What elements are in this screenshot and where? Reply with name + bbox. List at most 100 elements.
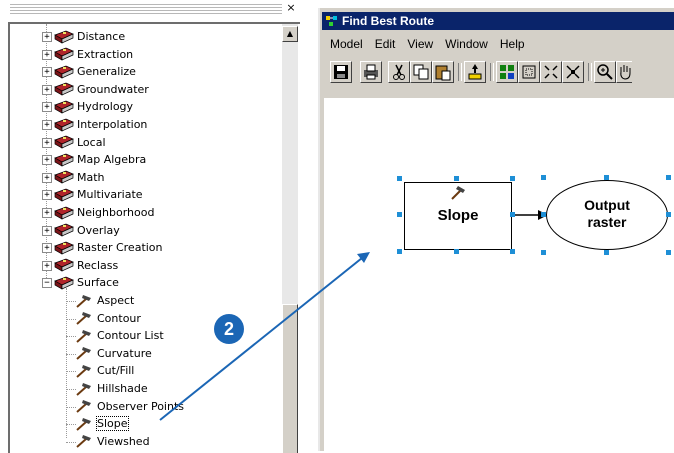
title-bar[interactable]: Find Best Route — [322, 12, 674, 30]
full-extent-button[interactable] — [518, 61, 540, 83]
selection-handle[interactable] — [510, 249, 515, 254]
tool-label: Observer Points — [97, 399, 185, 413]
selection-handle[interactable] — [666, 250, 671, 255]
toolset-label: Raster Creation — [77, 241, 163, 255]
selection-handle[interactable] — [454, 176, 459, 181]
menu-help[interactable]: Help — [500, 37, 525, 53]
selection-handle[interactable] — [666, 175, 671, 180]
tool-item[interactable]: Contour List — [74, 327, 164, 344]
scroll-up-button[interactable]: ▲ — [282, 26, 298, 42]
collapse-toggle-icon[interactable]: − — [42, 278, 52, 289]
model-builder-window: Find Best Route Model Edit View Window H… — [318, 8, 674, 451]
paste-button[interactable] — [432, 61, 454, 83]
tool-item[interactable]: Viewshed — [74, 433, 150, 450]
toolset-item[interactable]: Map Algebra — [54, 151, 146, 168]
copy-button[interactable] — [410, 61, 432, 83]
toolset-label: Neighborhood — [77, 206, 155, 219]
copy-icon — [413, 64, 429, 80]
expand-toggle-icon[interactable]: + — [42, 208, 52, 218]
expand-toggle-icon[interactable]: + — [42, 49, 52, 60]
expand-toggle-icon[interactable]: + — [42, 243, 52, 254]
connector-arrow — [510, 210, 548, 220]
toolset-item[interactable]: Neighborhood — [54, 204, 154, 221]
expand-toggle-icon[interactable]: + — [42, 32, 52, 42]
add-data-icon — [468, 64, 482, 80]
toolset-label: Hydrology — [77, 100, 134, 114]
toolset-item[interactable]: Distance — [54, 28, 125, 45]
tool-item[interactable]: Aspect — [74, 292, 134, 309]
expand-toggle-icon[interactable]: + — [42, 137, 52, 148]
selection-handle[interactable] — [397, 212, 402, 217]
selection-handle[interactable] — [666, 212, 671, 217]
selection-handle[interactable] — [454, 249, 459, 254]
tool-item[interactable]: Hillshade — [74, 380, 148, 397]
auto-layout-button[interactable] — [496, 61, 518, 83]
expand-toggle-icon[interactable]: + — [42, 155, 52, 166]
save-button[interactable] — [330, 61, 352, 83]
toolset-item[interactable]: Multivariate — [54, 186, 143, 203]
toolset-item[interactable]: Generalize — [54, 63, 136, 80]
tool-item[interactable]: Slope — [74, 415, 129, 432]
toolset-item[interactable]: Local — [54, 134, 106, 151]
panel-grip[interactable] — [10, 4, 282, 14]
expand-toggle-icon[interactable]: + — [42, 260, 52, 271]
toolset-item[interactable]: Math — [54, 169, 105, 186]
expand-toggle-icon[interactable]: + — [42, 67, 52, 78]
tool-item[interactable]: Cut/Fill — [74, 362, 134, 379]
print-button[interactable] — [360, 61, 382, 83]
tree-list: + Distance + Extraction + Generalize + Groundwa… — [10, 24, 280, 453]
selection-handle[interactable] — [604, 250, 609, 255]
cut-button[interactable] — [388, 61, 410, 83]
expand-toggle-icon[interactable]: + — [42, 190, 52, 201]
close-icon[interactable]: × — [284, 2, 298, 15]
toolset-item[interactable]: Hydrology — [54, 98, 133, 115]
menu-model[interactable]: Model — [330, 37, 363, 53]
add-data-button[interactable] — [464, 61, 486, 83]
toolset-item[interactable]: Groundwater — [54, 81, 149, 98]
zoom-in-button[interactable] — [594, 61, 616, 83]
selection-handle[interactable] — [397, 176, 402, 181]
slope-tool-element[interactable]: Slope — [404, 182, 512, 250]
tool-item[interactable]: Curvature — [74, 345, 152, 362]
pan-button[interactable] — [616, 61, 632, 83]
toolset-item[interactable]: Interpolation — [54, 116, 147, 133]
toolbox-icon — [54, 135, 74, 149]
expand-toggle-icon[interactable]: + — [42, 120, 52, 130]
zoom-in-fixed-icon — [544, 65, 558, 79]
toolset-item[interactable]: Overlay — [54, 222, 120, 239]
expand-toggle-icon[interactable]: + — [42, 84, 52, 95]
scroll-thumb[interactable] — [282, 304, 298, 453]
selection-handle[interactable] — [510, 212, 515, 217]
menu-view[interactable]: View — [407, 37, 433, 53]
model-canvas[interactable]: Slope Output raster — [324, 98, 674, 451]
selection-handle[interactable] — [397, 249, 402, 254]
selection-handle[interactable] — [604, 175, 609, 180]
toolset-item[interactable]: Surface — [54, 274, 119, 291]
tool-label: Contour List — [97, 329, 164, 343]
output-raster-element[interactable]: Output raster — [546, 180, 668, 250]
zoom-out-fixed-icon — [566, 65, 580, 79]
tool-item[interactable]: Contour — [74, 310, 141, 327]
vertical-scrollbar[interactable]: ▲ — [282, 24, 298, 453]
window-title: Find Best Route — [342, 14, 434, 28]
selection-handle[interactable] — [541, 175, 546, 180]
toolset-item[interactable]: Raster Creation — [54, 239, 163, 256]
model-app-icon — [326, 16, 337, 26]
toolbox-icon — [54, 170, 74, 184]
hammer-icon — [76, 347, 91, 361]
menu-edit[interactable]: Edit — [375, 37, 396, 53]
selection-handle[interactable] — [510, 176, 515, 181]
selection-handle[interactable] — [541, 212, 546, 217]
tool-item[interactable]: Observer Points — [74, 398, 184, 415]
menu-window[interactable]: Window — [445, 37, 488, 53]
hammer-icon — [451, 186, 465, 200]
expand-toggle-icon[interactable]: + — [42, 225, 52, 236]
zoom-in-fixed-button[interactable] — [540, 61, 562, 83]
expand-toggle-icon[interactable]: + — [42, 102, 52, 113]
toolset-item[interactable]: Extraction — [54, 46, 133, 63]
toolset-item[interactable]: Reclass — [54, 257, 118, 274]
expand-toggle-icon[interactable]: + — [42, 172, 52, 183]
zoom-out-fixed-button[interactable] — [562, 61, 584, 83]
selection-handle[interactable] — [541, 250, 546, 255]
output-raster-label: Output raster — [584, 197, 630, 230]
